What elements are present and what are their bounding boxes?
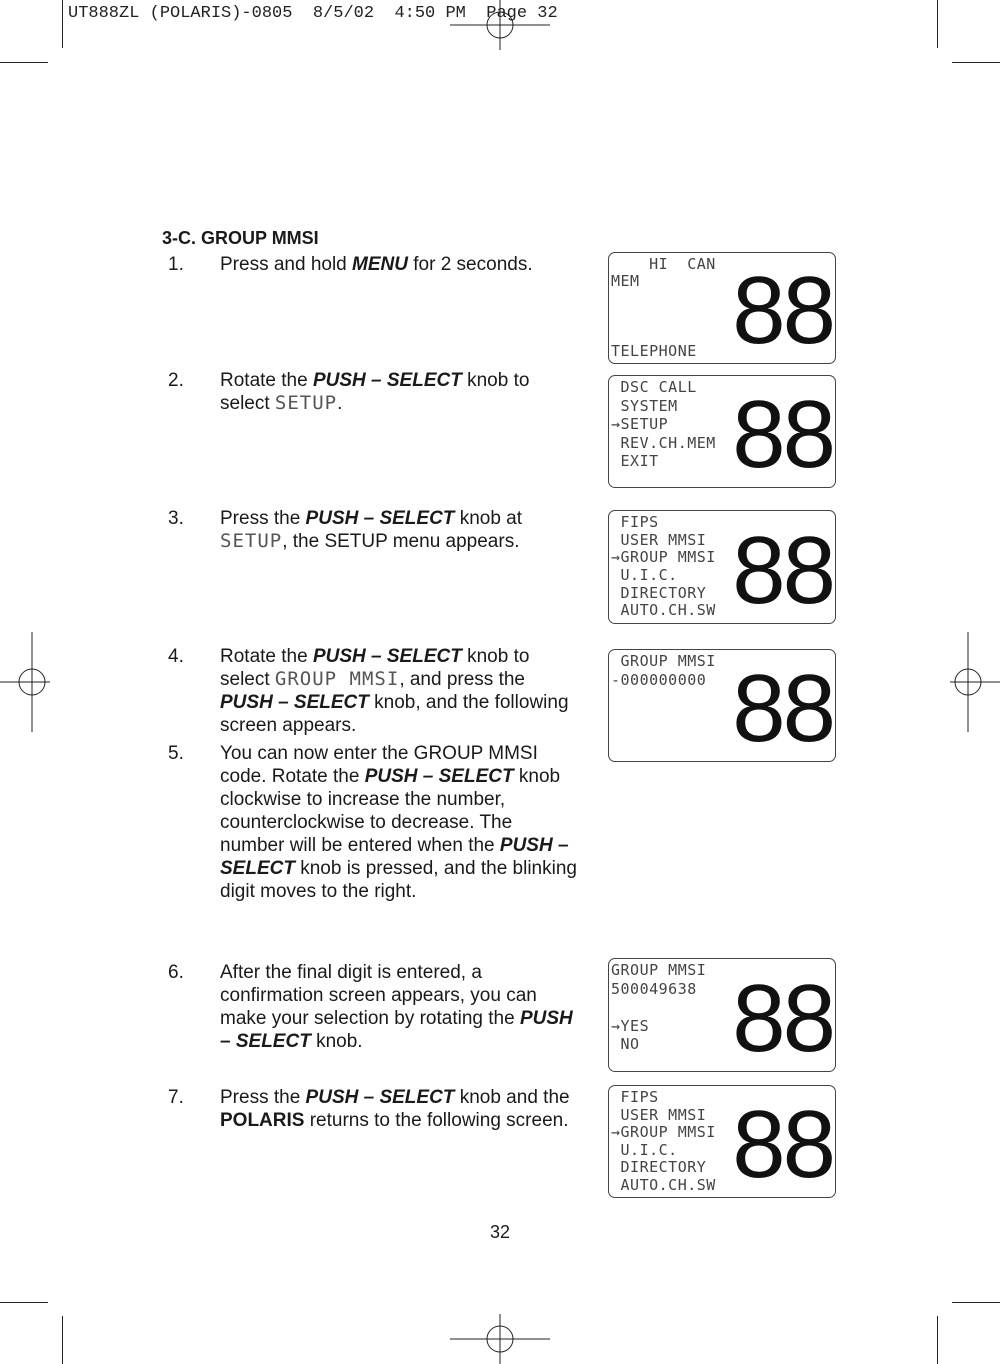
lcd-line: REV.CH.MEM <box>611 433 716 452</box>
registration-mark-right <box>950 632 1000 732</box>
text-run: knob. <box>310 1031 363 1052</box>
step-text: Press the PUSH – SELECT knob and the POL… <box>220 1086 578 1132</box>
step-number: 7. <box>168 1087 184 1108</box>
channel-digits: 88 <box>732 517 835 624</box>
lcd-line: →YES <box>611 1016 650 1035</box>
section-title: 3-C. GROUP MMSI <box>162 228 319 248</box>
product-name: POLARIS <box>220 1110 305 1131</box>
channel-digits: 88 <box>732 965 835 1072</box>
lcd-line: DIRECTORY <box>611 583 707 602</box>
step-7: 7. Press the PUSH – SELECT knob and the … <box>168 1086 578 1132</box>
crop-mark <box>62 1316 63 1364</box>
lcd-line: -000000000 <box>611 670 707 689</box>
control-name: PUSH – SELECT <box>305 1087 455 1108</box>
channel-digits: 88 <box>732 1091 835 1198</box>
lcd-line: AUTO.CH.SW <box>611 601 716 620</box>
lcd-line: →GROUP MMSI <box>611 548 716 567</box>
crop-mark <box>937 0 938 48</box>
step-text: You can now enter the GROUP MMSI code. R… <box>220 742 578 903</box>
lcd-screen-setup-menu: FIPS USER MMSI →GROUP MMSI U.I.C. DIRECTO… <box>608 510 836 624</box>
text-run: Press and hold <box>220 254 353 275</box>
lcd-line: HI CAN <box>611 255 716 273</box>
lcd-screen-setup-menu-return: FIPS USER MMSI →GROUP MMSI U.I.C. DIRECTO… <box>608 1085 836 1198</box>
step-text: After the final digit is entered, a conf… <box>220 961 578 1053</box>
lcd-line: USER MMSI <box>611 530 707 549</box>
lcd-screen-telephone: HI CAN MEM TELEPHONE 88 <box>608 252 836 364</box>
lcd-screen-group-mmsi-entry: GROUP MMSI -000000000 88 <box>608 649 836 762</box>
lcd-line: USER MMSI <box>611 1105 707 1124</box>
registration-mark-left <box>0 632 50 732</box>
lcd-line: 500049638 <box>611 979 697 998</box>
text-run: Rotate the <box>220 646 313 667</box>
step-number: 6. <box>168 962 184 983</box>
lcd-label: SETUP <box>274 392 338 414</box>
crop-mark <box>0 62 48 63</box>
text-run: returns to the following screen. <box>304 1110 569 1131</box>
channel-digits: 88 <box>732 381 835 488</box>
lcd-line: FIPS <box>611 1088 659 1106</box>
step-text: Rotate the PUSH – SELECT knob to select … <box>220 645 578 737</box>
control-name: PUSH – SELECT <box>312 370 462 391</box>
step-text: Rotate the PUSH – SELECT knob to select … <box>220 369 578 415</box>
lcd-screen-confirmation: GROUP MMSI 500049638 →YES NO 88 <box>608 958 836 1072</box>
step-number: 1. <box>168 254 184 275</box>
lcd-line: →SETUP <box>611 415 669 433</box>
control-name: PUSH – SELECT <box>312 646 462 667</box>
text-run: , the SETUP menu appears. <box>282 531 520 552</box>
lcd-line: GROUP MMSI <box>611 652 716 670</box>
text-run: Press the <box>220 508 306 529</box>
text-run: Press the <box>220 1087 306 1108</box>
step-text: Press and hold MENU for 2 seconds. <box>220 253 578 276</box>
step-4: 4. Rotate the PUSH – SELECT knob to sele… <box>168 645 578 737</box>
control-name: PUSH – SELECT <box>220 692 369 713</box>
crop-mark <box>952 62 1000 63</box>
lcd-line: TELEPHONE <box>611 341 697 360</box>
crop-mark <box>952 1302 1000 1303</box>
crop-mark <box>0 1302 48 1303</box>
lcd-line: GROUP MMSI <box>611 961 707 979</box>
lcd-line: AUTO.CH.SW <box>611 1175 716 1194</box>
print-slug: UT888ZL (POLARIS)-0805 8/5/02 4:50 PM Pa… <box>68 4 558 23</box>
page-number: 32 <box>490 1222 511 1242</box>
text-run: After the final digit is entered, a conf… <box>220 962 537 1029</box>
lcd-line: DSC CALL <box>611 378 697 396</box>
lcd-line: FIPS <box>611 513 659 531</box>
lcd-line: DIRECTORY <box>611 1158 707 1176</box>
step-number: 2. <box>168 370 184 391</box>
control-name: PUSH – SELECT <box>305 508 455 529</box>
step-3: 3. Press the PUSH – SELECT knob at SETUP… <box>168 507 578 553</box>
step-number: 4. <box>168 646 184 667</box>
crop-mark <box>62 0 63 48</box>
text-run: Rotate the <box>220 370 313 391</box>
lcd-line: EXIT <box>611 452 659 470</box>
lcd-label: GROUP MMSI <box>274 668 400 690</box>
channel-digits: 88 <box>732 655 835 762</box>
step-number: 3. <box>168 508 184 529</box>
lcd-line: U.I.C. <box>611 566 678 584</box>
text-run: for 2 seconds. <box>407 254 533 275</box>
lcd-screen-dsc-menu: DSC CALL SYSTEM →SETUP REV.CH.MEM EXIT 88 <box>608 375 836 488</box>
lcd-line: MEM <box>611 272 640 291</box>
step-5: 5. You can now enter the GROUP MMSI code… <box>168 742 578 903</box>
registration-mark-bottom <box>450 1314 550 1364</box>
lcd-line: →GROUP MMSI <box>611 1123 716 1141</box>
step-number: 5. <box>168 743 184 764</box>
text-run: knob at <box>454 508 523 529</box>
crop-mark <box>937 1316 938 1364</box>
step-1: 1. Press and hold MENU for 2 seconds. <box>168 253 578 276</box>
text-run: knob and the <box>454 1087 570 1108</box>
lcd-line: U.I.C. <box>611 1140 678 1159</box>
text-run: , and press the <box>399 669 526 690</box>
channel-digits: 88 <box>732 257 835 364</box>
control-name: PUSH – SELECT <box>364 766 514 787</box>
lcd-line: SYSTEM <box>611 396 678 415</box>
step-text: Press the PUSH – SELECT knob at SETUP, t… <box>220 507 578 553</box>
control-name: MENU <box>352 254 408 275</box>
lcd-line: NO <box>611 1035 640 1053</box>
text-run: . <box>337 393 343 414</box>
lcd-label: SETUP <box>220 530 283 552</box>
step-6: 6. After the final digit is entered, a c… <box>168 961 578 1053</box>
step-2: 2. Rotate the PUSH – SELECT knob to sele… <box>168 369 578 415</box>
